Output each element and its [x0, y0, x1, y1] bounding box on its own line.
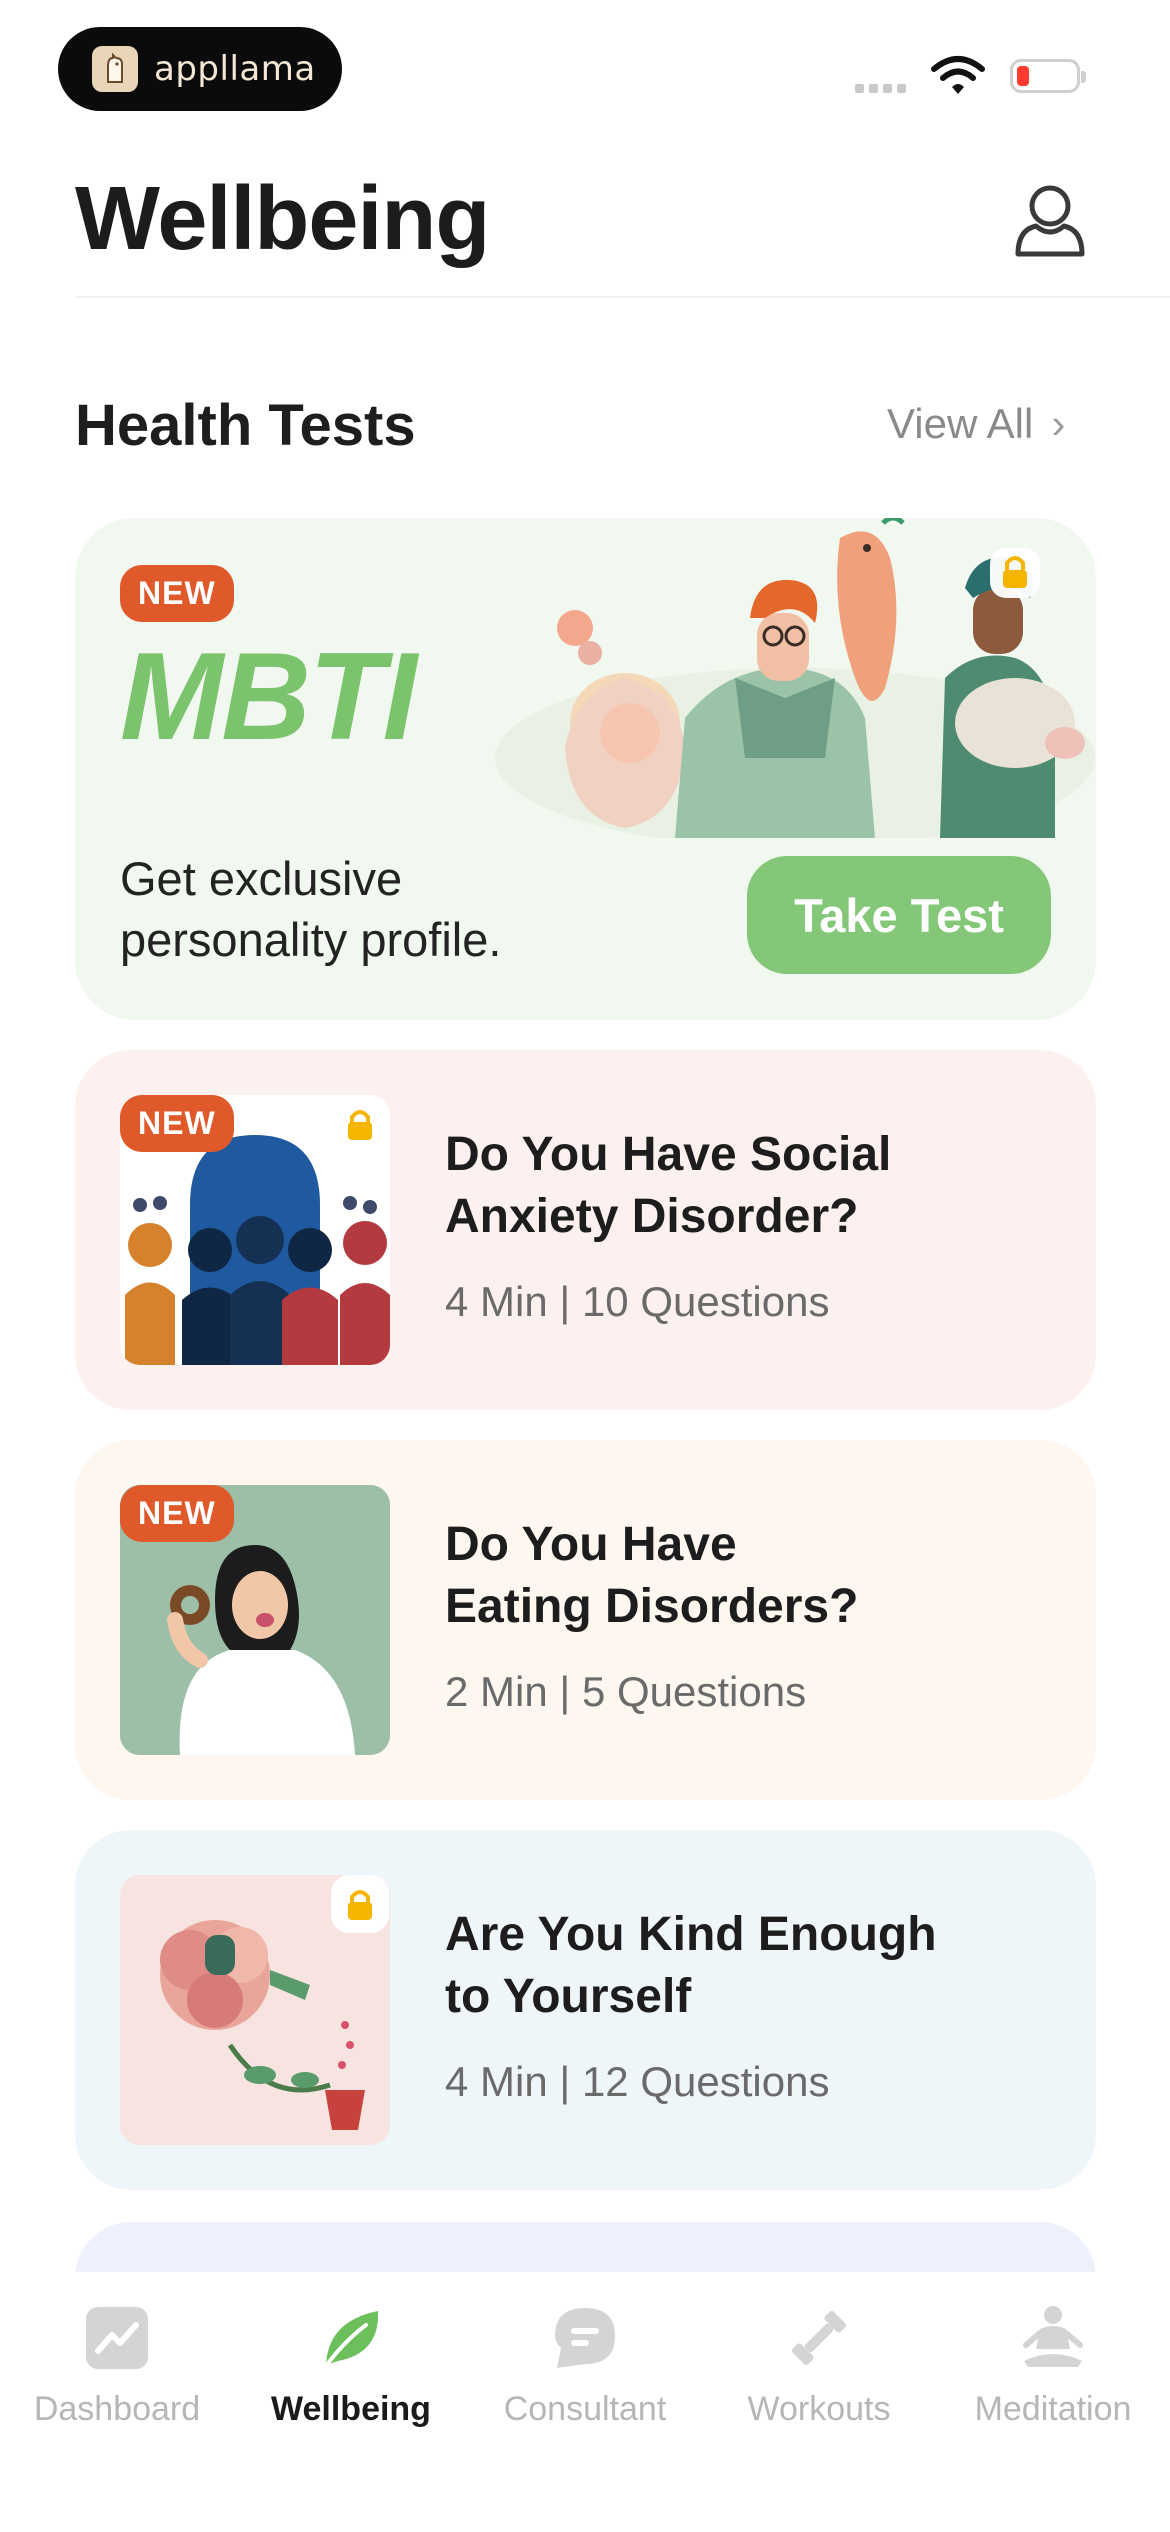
- test-card-kind-to-yourself[interactable]: Are You Kind Enough to Yourself 4 Min | …: [75, 1830, 1096, 2190]
- test-title: Do You Have Eating Disorders?: [445, 1514, 1005, 1638]
- bottom-tab-bar: Dashboard Wellbeing Consultant Workouts …: [0, 2272, 1170, 2532]
- test-card-eating-disorders[interactable]: NEW Do You Have Eating Disorders? 2 Min …: [75, 1440, 1096, 1800]
- profile-button[interactable]: [1010, 180, 1090, 264]
- battery-icon: [1010, 59, 1086, 93]
- tab-wellbeing[interactable]: Wellbeing: [234, 2272, 468, 2472]
- lock-icon: [331, 1875, 389, 1933]
- cellular-signal-icon: [855, 84, 906, 93]
- new-badge: NEW: [120, 1095, 234, 1152]
- section-title-health-tests: Health Tests: [75, 393, 416, 458]
- meditation-icon: [1013, 2298, 1093, 2378]
- chat-bubble-icon: [545, 2298, 625, 2378]
- test-meta: 2 Min | 5 Questions: [445, 1668, 807, 1715]
- page-title: Wellbeing: [75, 169, 490, 269]
- test-meta: 4 Min | 10 Questions: [445, 1278, 830, 1325]
- test-meta: 4 Min | 12 Questions: [445, 2058, 830, 2105]
- app-indicator-pill[interactable]: appllama: [58, 27, 342, 111]
- user-icon: [1015, 185, 1085, 257]
- mbti-description: Get exclusive personality profile.: [120, 852, 502, 966]
- tab-label: Consultant: [503, 2390, 667, 2428]
- test-title-line-1: Do You Have Social: [445, 1128, 892, 1181]
- tab-label: Dashboard: [33, 2390, 201, 2428]
- take-test-button[interactable]: Take Test: [747, 856, 1051, 974]
- leaf-icon: [311, 2298, 391, 2378]
- test-title-line-2: to Yourself: [445, 1970, 692, 2023]
- header-divider: [75, 296, 1170, 298]
- llama-logo-icon: [92, 46, 138, 92]
- lock-icon: [331, 1095, 389, 1153]
- test-title-line-1: Are You Kind Enough: [445, 1908, 937, 1961]
- test-title-line-1: Do You Have: [445, 1518, 737, 1571]
- new-badge: NEW: [120, 1485, 234, 1542]
- tab-dashboard[interactable]: Dashboard: [0, 2272, 234, 2472]
- mbti-title: MBTI: [120, 628, 417, 766]
- view-all-label: View All: [887, 400, 1034, 447]
- featured-test-card-mbti[interactable]: NEW MBTI Get exclusive personality profi…: [75, 518, 1096, 1020]
- chevron-right-icon: ›: [1051, 400, 1066, 447]
- app-name: appllama: [154, 49, 316, 89]
- chart-icon: [77, 2298, 157, 2378]
- dumbbell-icon: [779, 2298, 859, 2378]
- status-bar: appllama: [0, 0, 1170, 140]
- tab-label: Wellbeing: [271, 2390, 431, 2428]
- test-title-line-2: Anxiety Disorder?: [445, 1190, 859, 1243]
- new-badge: NEW: [120, 565, 234, 622]
- mbti-illustration: [495, 518, 1095, 838]
- test-title: Are You Kind Enough to Yourself: [445, 1904, 1005, 2028]
- view-all-link[interactable]: View All ›: [887, 400, 1065, 448]
- test-title: Do You Have Social Anxiety Disorder?: [445, 1124, 1005, 1248]
- tab-meditation[interactable]: Meditation: [936, 2272, 1170, 2472]
- tab-workouts[interactable]: Workouts: [702, 2272, 936, 2472]
- test-title-line-2: Eating Disorders?: [445, 1580, 859, 1633]
- tab-label: Workouts: [747, 2390, 891, 2428]
- home-indicator: [425, 2496, 745, 2508]
- tab-consultant[interactable]: Consultant: [468, 2272, 702, 2472]
- wifi-icon: [930, 55, 986, 102]
- test-card-social-anxiety[interactable]: NEW Do You Have Social Anxiety Disorder?…: [75, 1050, 1096, 1410]
- tab-label: Meditation: [974, 2390, 1132, 2428]
